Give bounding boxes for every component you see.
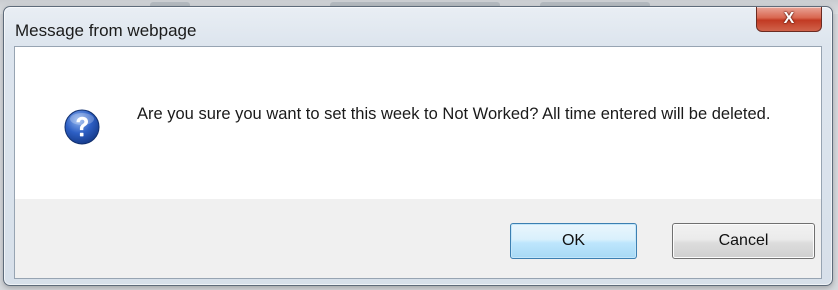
close-button[interactable]: X [756, 7, 822, 32]
ok-button[interactable]: OK [510, 223, 637, 259]
button-row: OK Cancel [15, 199, 821, 278]
dialog-title: Message from webpage [15, 21, 197, 40]
dialog-body: Are you sure you want to set this week t… [14, 46, 822, 279]
message-dialog: Message from webpage X Are you sure you … [3, 6, 833, 286]
dialog-message: Are you sure you want to set this week t… [137, 105, 771, 123]
cancel-button[interactable]: Cancel [672, 223, 815, 259]
close-icon: X [783, 10, 795, 27]
question-icon [64, 109, 100, 145]
message-area: Are you sure you want to set this week t… [15, 47, 821, 199]
